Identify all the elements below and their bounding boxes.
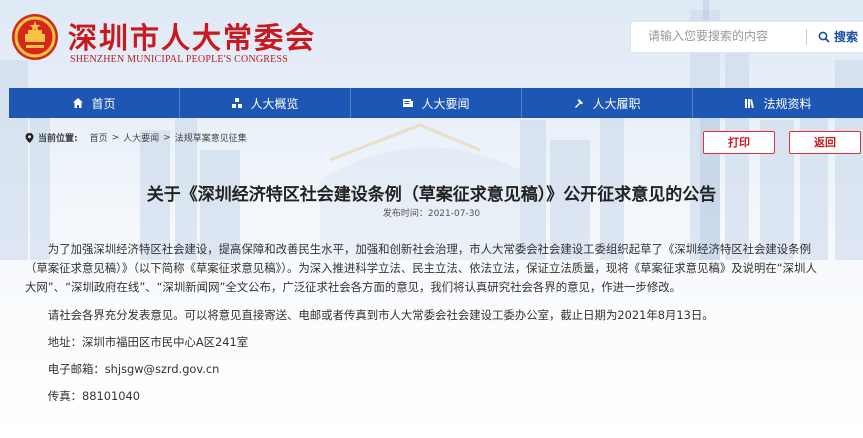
back-button[interactable]: 返回	[789, 131, 861, 154]
article-body: 为了加强深圳经济特区社会建设，提高保障和改善民生水平，加强和创新社会治理，市人大…	[25, 240, 825, 414]
search-button-label: 搜索	[834, 30, 859, 44]
breadcrumb-item-home[interactable]: 首页	[90, 131, 108, 144]
print-button[interactable]: 打印	[703, 131, 775, 154]
publish-date: 发布时间：2021-07-30	[382, 209, 481, 219]
location-pin-icon	[25, 132, 34, 143]
nav-item-home[interactable]: 首页	[9, 88, 180, 118]
nav-item-label: 人大概览	[250, 96, 299, 111]
nav-item-label: 法规资料	[763, 96, 812, 111]
nav-item-overview[interactable]: 人大概览	[180, 88, 351, 118]
main-nav: 首页 人大概览 人大要闻 人大履职 法规资料	[9, 88, 863, 118]
breadcrumb: 当前位置: 首页 > 人大要闻 > 法规草案意见征集	[25, 131, 247, 144]
nav-item-label: 人大要闻	[421, 96, 470, 111]
books-icon	[745, 99, 755, 109]
nav-item-regulations[interactable]: 法规资料	[693, 88, 863, 118]
article-paragraph: 请社会各界充分发表意见。可以将意见直接寄送、电邮或者传真到市人大常委会社会建设工…	[47, 308, 714, 322]
article-title: 关于《深圳经济特区社会建设条例（草案征求意见稿）》公开征求意见的公告	[146, 185, 717, 205]
breadcrumb-label: 当前位置:	[38, 134, 78, 144]
breadcrumb-separator: >	[163, 132, 171, 143]
search-icon	[818, 31, 830, 43]
contact-address: 地址：深圳市福田区市民中心A区241室	[47, 335, 249, 349]
duty-icon	[575, 99, 584, 108]
search-divider	[806, 29, 807, 45]
site-subtitle-en: SHENZHEN MUNICIPAL PEOPLE'S CONGRESS	[70, 54, 289, 65]
contact-fax: 传真：88101040	[47, 389, 140, 403]
national-emblem-icon	[12, 14, 58, 60]
search-box: 搜索	[630, 21, 863, 53]
search-input[interactable]	[646, 28, 810, 44]
news-icon	[403, 99, 414, 107]
breadcrumb-separator: >	[111, 132, 120, 143]
breadcrumb-item-news[interactable]: 人大要闻	[123, 131, 159, 144]
nav-item-label: 首页	[91, 96, 116, 111]
breadcrumb-item-solicitation[interactable]: 法规草案意见征集	[175, 131, 247, 144]
search-button[interactable]: 搜索	[818, 28, 858, 45]
home-icon	[73, 98, 84, 108]
contact-email: 电子邮箱：shjsgw@szrd.gov.cn	[47, 362, 220, 376]
nav-item-label: 人大履职	[592, 96, 641, 111]
nav-item-news[interactable]: 人大要闻	[351, 88, 522, 118]
overview-icon	[232, 98, 243, 108]
site-header: 深圳市人大常委会 SHENZHEN MUNICIPAL PEOPLE'S CON…	[0, 0, 863, 86]
article-paragraph: 为了加强深圳经济特区社会建设，提高保障和改善民生水平，加强和创新社会治理，市人大…	[25, 242, 817, 294]
site-title: 深圳市人大常委会	[68, 21, 317, 55]
nav-item-duty[interactable]: 人大履职	[522, 88, 693, 118]
